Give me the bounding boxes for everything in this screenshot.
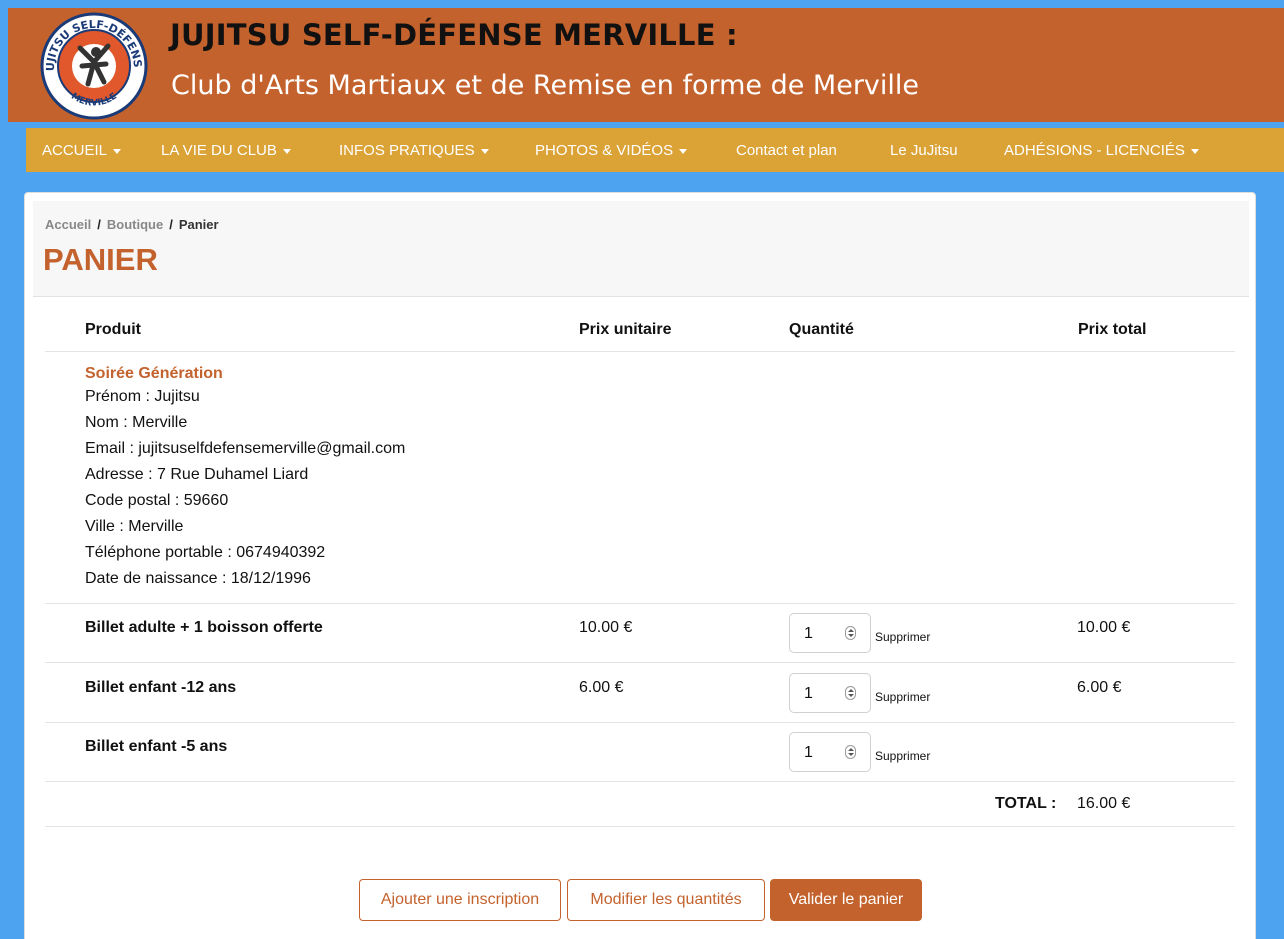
caret-down-icon bbox=[1190, 148, 1199, 154]
divider bbox=[45, 826, 1235, 827]
event-line: Email : jujitsuselfdefensemerville@gmail… bbox=[85, 440, 406, 457]
nav-item-label: ADHÉSIONS - LICENCIÉS bbox=[1004, 142, 1185, 159]
event-details: Soirée Génération Prénom : Jujitsu Nom :… bbox=[85, 364, 405, 592]
item-name: Billet enfant -12 ans bbox=[85, 679, 237, 696]
nav-item-label: ACCUEIL bbox=[42, 142, 108, 159]
nav-item-jujitsu[interactable]: Le JuJitsu bbox=[890, 142, 958, 159]
event-line: Adresse : 7 Rue Duhamel Liard bbox=[85, 466, 309, 483]
nav-item-adhesions[interactable]: ADHÉSIONS - LICENCIÉS bbox=[1004, 142, 1199, 159]
page-title: PANIER bbox=[43, 242, 158, 277]
quantity-stepper[interactable]: 1 bbox=[789, 613, 871, 653]
main-nav: ACCUEIL LA VIE DU CLUB INFOS PRATIQUES P… bbox=[26, 128, 1284, 172]
divider bbox=[45, 351, 1235, 352]
nav-item-vie-du-club[interactable]: LA VIE DU CLUB bbox=[161, 142, 291, 159]
event-line: Date de naissance : 18/12/1996 bbox=[85, 570, 311, 587]
nav-item-contact[interactable]: Contact et plan bbox=[736, 142, 837, 159]
item-total-price: 10.00 € bbox=[1077, 619, 1131, 636]
caret-down-icon bbox=[113, 148, 122, 154]
spinner-icon[interactable] bbox=[845, 745, 856, 759]
club-logo[interactable]: JUJITSU SELF-DÉFENSE MERVILLE bbox=[36, 8, 152, 120]
remove-link[interactable]: Supprimer bbox=[875, 690, 930, 704]
quantity-value: 1 bbox=[804, 744, 813, 761]
breadcrumb-separator: / bbox=[97, 217, 101, 232]
divider bbox=[45, 722, 1235, 723]
item-name: Billet adulte + 1 boisson offerte bbox=[85, 619, 323, 636]
event-line: Prénom : Jujitsu bbox=[85, 388, 200, 405]
site-subtitle: Club d'Arts Martiaux et de Remise en for… bbox=[171, 70, 920, 101]
event-line: Nom : Merville bbox=[85, 414, 188, 431]
breadcrumb-separator: / bbox=[169, 217, 173, 232]
event-line: Téléphone portable : 0674940392 bbox=[85, 544, 326, 561]
divider bbox=[45, 781, 1235, 782]
spinner-icon[interactable] bbox=[845, 686, 856, 700]
nav-item-infos-pratiques[interactable]: INFOS PRATIQUES bbox=[339, 142, 489, 159]
caret-down-icon bbox=[480, 148, 489, 154]
validate-cart-button[interactable]: Valider le panier bbox=[770, 879, 922, 921]
header-product: Produit bbox=[85, 321, 141, 338]
event-line: Ville : Merville bbox=[85, 518, 184, 535]
modify-quantities-button[interactable]: Modifier les quantités bbox=[567, 879, 765, 921]
header-total-price: Prix total bbox=[1078, 321, 1147, 338]
item-name: Billet enfant -5 ans bbox=[85, 738, 228, 755]
quantity-stepper[interactable]: 1 bbox=[789, 732, 871, 772]
total-value: 16.00 € bbox=[1077, 795, 1131, 812]
item-unit-price: 6.00 € bbox=[579, 679, 624, 696]
remove-link[interactable]: Supprimer bbox=[875, 630, 930, 644]
nav-item-label: Contact et plan bbox=[736, 142, 837, 159]
divider bbox=[45, 603, 1235, 604]
event-line: Code postal : 59660 bbox=[85, 492, 229, 509]
remove-link[interactable]: Supprimer bbox=[875, 749, 930, 763]
header-unit-price: Prix unitaire bbox=[579, 321, 672, 338]
breadcrumb-shop[interactable]: Boutique bbox=[107, 217, 163, 232]
item-unit-price: 10.00 € bbox=[579, 619, 633, 636]
event-name[interactable]: Soirée Génération bbox=[85, 364, 405, 384]
add-registration-button[interactable]: Ajouter une inscription bbox=[359, 879, 561, 921]
nav-item-label: PHOTOS & VIDÉOS bbox=[535, 142, 674, 159]
site-header: JUJITSU SELF-DÉFENSE MERVILLE JUJITSU SE… bbox=[8, 8, 1284, 122]
nav-item-label: Le JuJitsu bbox=[890, 142, 958, 159]
caret-down-icon bbox=[282, 148, 291, 154]
site-title: JUJITSU SELF-DÉFENSE MERVILLE : bbox=[170, 18, 738, 52]
nav-item-label: INFOS PRATIQUES bbox=[339, 142, 475, 159]
breadcrumb: Accueil / Boutique / Panier bbox=[45, 217, 219, 232]
breadcrumb-home[interactable]: Accueil bbox=[45, 217, 91, 232]
quantity-value: 1 bbox=[804, 685, 813, 702]
nav-item-photos-videos[interactable]: PHOTOS & VIDÉOS bbox=[535, 142, 688, 159]
divider bbox=[45, 662, 1235, 663]
quantity-stepper[interactable]: 1 bbox=[789, 673, 871, 713]
nav-item-accueil[interactable]: ACCUEIL bbox=[42, 142, 122, 159]
spinner-icon[interactable] bbox=[845, 626, 856, 640]
nav-item-label: LA VIE DU CLUB bbox=[161, 142, 277, 159]
item-total-price: 6.00 € bbox=[1077, 679, 1122, 696]
caret-down-icon bbox=[679, 148, 688, 154]
total-label: TOTAL : bbox=[995, 795, 1057, 812]
quantity-value: 1 bbox=[804, 625, 813, 642]
header-quantity: Quantité bbox=[789, 321, 854, 338]
card-header: Accueil / Boutique / Panier PANIER bbox=[33, 201, 1249, 297]
cart-card: Accueil / Boutique / Panier PANIER Produit P… bbox=[24, 192, 1256, 939]
breadcrumb-current: Panier bbox=[178, 217, 219, 232]
